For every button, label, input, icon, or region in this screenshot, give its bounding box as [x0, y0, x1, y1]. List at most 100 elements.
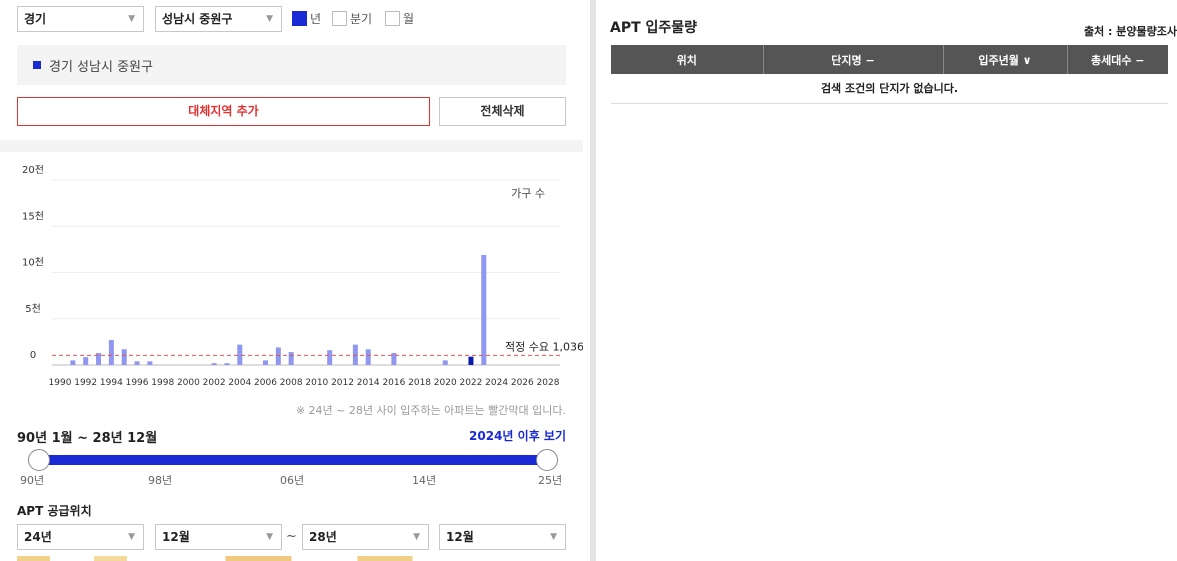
to-year-select[interactable]: 28년 ▼: [302, 524, 429, 550]
slider-tick-label: 98년: [148, 474, 173, 487]
bar: [352, 344, 358, 365]
supply-location-title: APT 공급위치: [17, 504, 92, 518]
bar: [262, 360, 268, 365]
range-separator: ~: [286, 529, 297, 544]
slider-tick-label: 06년: [280, 474, 305, 487]
bar: [224, 363, 230, 365]
y-tick-label: 0: [30, 350, 36, 361]
chevron-down-icon: ▼: [266, 14, 273, 24]
column-header-location[interactable]: 위치: [611, 45, 764, 74]
table-row: 검색 조건의 단지가 없습니다.: [611, 74, 1168, 104]
from-year-value: 24년: [24, 530, 52, 544]
to-year-value: 28년: [309, 530, 337, 544]
bar: [211, 363, 217, 365]
chevron-down-icon: ▼: [550, 532, 557, 542]
range-slider-track[interactable]: [38, 455, 547, 465]
district-select[interactable]: 성남시 중원구 ▼: [155, 6, 282, 32]
from-month-value: 12월: [162, 530, 190, 544]
x-tick-label: 2002: [203, 378, 226, 388]
range-slider-start-handle[interactable]: [28, 449, 50, 471]
map-preview-strip: [17, 556, 566, 561]
data-source: 출처 : 분양물량조사: [1083, 25, 1177, 38]
chevron-down-icon: ▼: [128, 14, 135, 24]
after-2024-link[interactable]: 2024년 이후 보기: [469, 427, 566, 444]
x-tick-label: 2018: [408, 378, 431, 388]
selected-region: 경기 성남시 중원구: [17, 45, 566, 85]
bar: [481, 254, 487, 365]
to-month-select[interactable]: 12월 ▼: [439, 524, 566, 550]
x-tick-label: 2000: [177, 378, 200, 388]
x-tick-label: 1998: [151, 378, 174, 388]
x-tick-label: 1990: [49, 378, 72, 388]
x-tick-label: 2006: [254, 378, 277, 388]
slider-tick-label: 14년: [412, 474, 437, 487]
add-region-button[interactable]: 대체지역 추가: [17, 97, 430, 126]
chevron-down-icon: ▼: [128, 532, 135, 542]
to-month-value: 12월: [446, 530, 474, 544]
x-tick-label: 1996: [126, 378, 149, 388]
bar: [391, 352, 397, 365]
x-tick-label: 2004: [228, 378, 251, 388]
x-tick-label: 1992: [74, 378, 97, 388]
column-header-complex-name[interactable]: 단지명 −: [763, 45, 944, 74]
bar: [108, 340, 114, 365]
app-root: 경기 ▼ 성남시 중원구 ▼ 년 분기 월 경기 성남시 중원구 대체지역 추가…: [0, 0, 1177, 561]
from-year-select[interactable]: 24년 ▼: [17, 524, 144, 550]
x-tick-label: 2020: [434, 378, 457, 388]
empty-message: 검색 조건의 단지가 없습니다.: [611, 74, 1168, 104]
range-label: 90년 1월 ~ 28년 12월: [17, 431, 158, 446]
period-checkbox-month[interactable]: 월: [385, 10, 414, 26]
y-tick-label: 20천: [22, 165, 44, 176]
column-header-move-in-date[interactable]: 입주년월 ∨: [943, 45, 1068, 74]
bar: [147, 361, 153, 365]
x-tick-label: 2010: [305, 378, 328, 388]
bar: [96, 352, 102, 365]
supply-bar-chart: 05천10천15천20천적정 수요 1,036가구 수1990 1992 1994 1…: [22, 165, 583, 388]
province-select-value: 경기: [24, 12, 47, 26]
x-tick-label: 2026: [511, 378, 534, 388]
bar: [83, 357, 89, 365]
x-tick-label: 2022: [459, 378, 482, 388]
period-checkbox-year[interactable]: 년: [292, 10, 321, 26]
from-month-select[interactable]: 12월 ▼: [155, 524, 282, 550]
district-select-value: 성남시 중원구: [162, 12, 233, 26]
apt-move-in-title: APT 입주물량: [610, 20, 698, 36]
x-tick-label: 2014: [357, 378, 380, 388]
bar: [70, 360, 76, 365]
move-in-table: 위치 단지명 − 입주년월 ∨ 총세대수 − 검색 조건의 단지가 없습니다.: [611, 45, 1168, 104]
bar: [121, 349, 127, 365]
x-tick-label: 1994: [100, 378, 123, 388]
slider-tick-label: 90년: [20, 474, 45, 487]
x-tick-label: 2016: [382, 378, 405, 388]
period-checkbox-label: 월: [403, 11, 415, 26]
x-tick-label: 2008: [280, 378, 303, 388]
bar: [442, 360, 448, 365]
y-tick-label: 5천: [25, 303, 41, 315]
left-panel: 경기 ▼ 성남시 중원구 ▼ 년 분기 월 경기 성남시 중원구 대체지역 추가…: [0, 0, 583, 561]
reference-line-label: 적정 수요 1,036: [505, 340, 583, 353]
square-marker-icon: [33, 61, 41, 69]
bar: [134, 361, 140, 365]
right-panel: APT 입주물량 출처 : 분양물량조사 위치 단지명 − 입주년월 ∨ 총세대…: [596, 0, 1177, 561]
chart-legend-label: 가구 수: [511, 187, 545, 200]
x-tick-label: 2012: [331, 378, 354, 388]
checkbox-empty-icon: [385, 10, 400, 26]
period-checkbox-label: 분기: [350, 11, 373, 26]
chevron-down-icon: ▼: [413, 532, 420, 542]
slider-tick-label: 25년: [538, 474, 563, 487]
bar: [327, 350, 333, 365]
period-checkbox-quarter[interactable]: 분기: [332, 10, 372, 26]
x-tick-label: 2024: [485, 378, 508, 388]
section-divider: [0, 140, 583, 152]
province-select[interactable]: 경기 ▼: [17, 6, 144, 32]
y-tick-label: 15천: [22, 210, 44, 222]
selected-region-label: 경기 성남시 중원구: [49, 59, 153, 75]
bar: [288, 352, 294, 365]
delete-all-button[interactable]: 전체삭제: [439, 97, 566, 126]
checkbox-empty-icon: [332, 10, 347, 26]
checkbox-checked-icon: [292, 10, 307, 26]
column-header-total-units[interactable]: 총세대수 −: [1067, 45, 1168, 74]
range-slider-end-handle[interactable]: [536, 449, 558, 471]
bar: [237, 344, 243, 365]
bar: [365, 349, 371, 365]
